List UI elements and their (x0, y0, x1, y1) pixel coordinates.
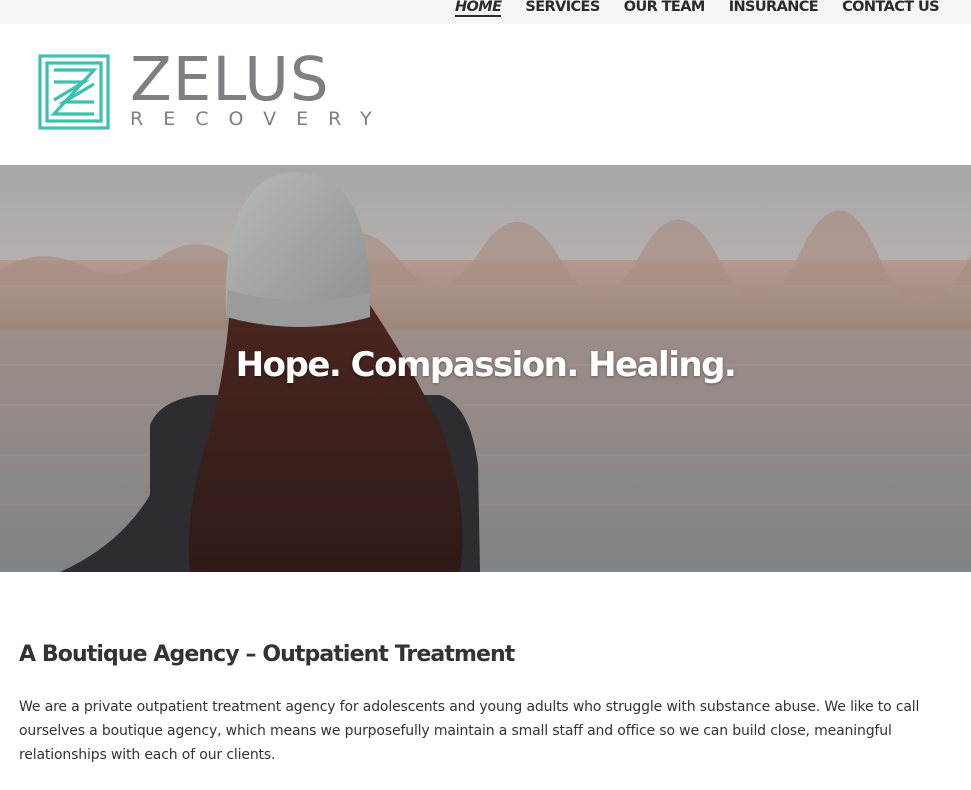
nav-insurance[interactable]: INSURANCE (729, 0, 819, 15)
logo-name: ZELUS (130, 44, 330, 115)
logo-text: ZELUS RECOVERY (130, 44, 392, 130)
nav-contact-us[interactable]: CONTACT US (842, 0, 939, 15)
hero-banner: Hope. Compassion. Healing. (0, 165, 971, 572)
nav-services[interactable]: SERVICES (525, 0, 600, 15)
nav-home[interactable]: HOME (454, 0, 502, 17)
hero-title: Hope. Compassion. Healing. (235, 345, 737, 385)
main-nav: HOME SERVICES OUR TEAM INSURANCE CONTACT… (454, 0, 940, 17)
intro-section: A Boutique Agency – Outpatient Treatment… (19, 640, 939, 767)
zelus-logo-icon (38, 54, 110, 130)
section-heading: A Boutique Agency – Outpatient Treatment (19, 642, 515, 667)
section-body: We are a private outpatient treatment ag… (19, 699, 920, 763)
top-bar: HOME SERVICES OUR TEAM INSURANCE CONTACT… (0, 0, 971, 24)
logo-subtitle: RECOVERY (130, 108, 392, 130)
nav-our-team[interactable]: OUR TEAM (624, 0, 706, 15)
site-logo[interactable]: ZELUS RECOVERY (38, 44, 392, 130)
